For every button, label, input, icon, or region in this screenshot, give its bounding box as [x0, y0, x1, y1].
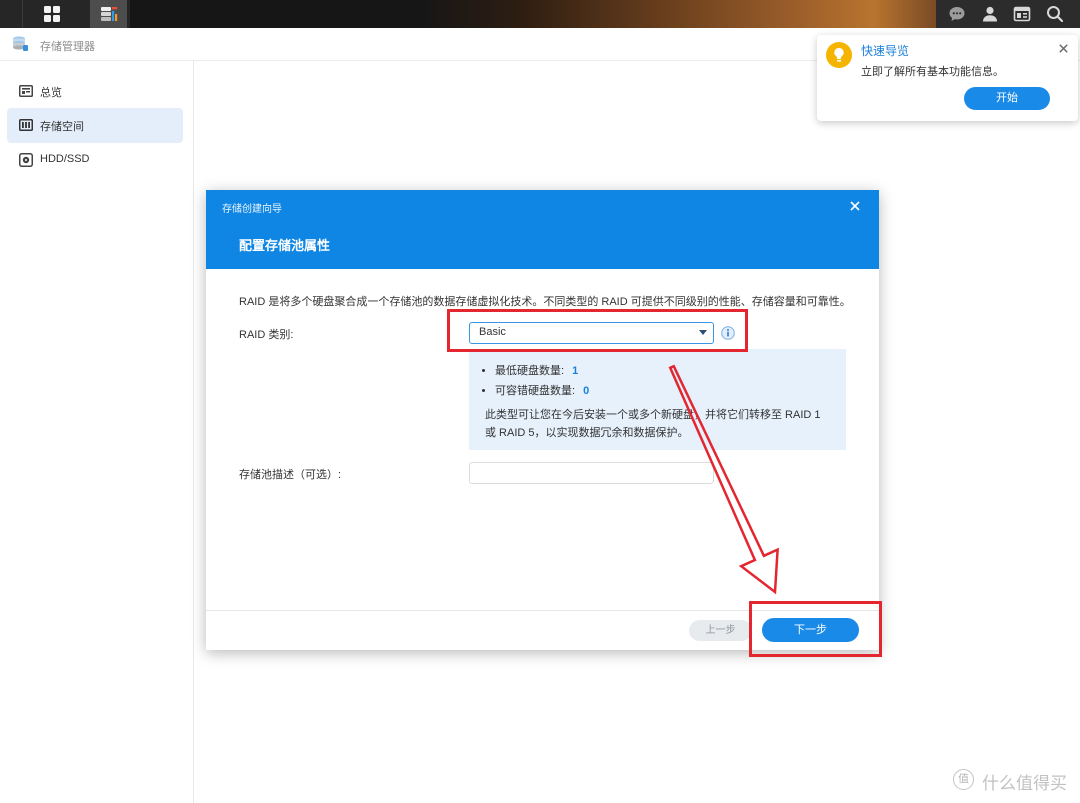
next-button[interactable]: 下一步 — [762, 618, 859, 642]
quick-tour-card: 快速导览 立即了解所有基本功能信息。 开始 — [817, 35, 1078, 121]
overview-icon — [19, 85, 33, 97]
storage-manager-icon — [100, 7, 117, 21]
window-title: 存储管理器 — [40, 41, 95, 53]
sidebar-item-storage[interactable]: 存储空间 — [7, 108, 183, 143]
raid-intro-text: RAID 是将多个硬盘聚合成一个存储池的数据存储虚拟化技术。不同类型的 RAID… — [239, 296, 851, 308]
min-disks-value: 1 — [572, 365, 579, 377]
user-icon — [983, 6, 997, 22]
sidebar-item-label: HDD/SSD — [40, 153, 90, 165]
raid-type-select[interactable]: Basic — [469, 322, 714, 344]
sidebar: 总览 存储空间 HDD/SSD — [0, 61, 194, 803]
widgets-button[interactable] — [1009, 0, 1035, 28]
chat-button[interactable] — [944, 0, 970, 28]
raid-info-panel: 最低硬盘数量: 1 可容错硬盘数量: 0 此类型可让您在今后安装一个或多个新硬盘，并… — [469, 349, 846, 450]
fault-tolerance-label: 可容错硬盘数量: — [495, 385, 576, 397]
taskbar-storage-manager-button[interactable] — [90, 0, 127, 28]
fault-tolerance-row: 可容错硬盘数量: 0 — [495, 381, 589, 401]
sidebar-item-label: 总览 — [40, 87, 62, 99]
desktop-wallpaper-strip — [420, 0, 936, 28]
back-button[interactable]: 上一步 — [689, 620, 752, 641]
storage-pool-icon — [19, 119, 33, 131]
wizard-step-title: 配置存储池属性 — [239, 238, 331, 253]
sidebar-item-hdd-ssd[interactable]: HDD/SSD — [7, 143, 183, 178]
wizard-header: 存储创建向导 配置存储池属性 — [206, 190, 879, 269]
search-button[interactable] — [1042, 0, 1068, 28]
info-icon[interactable] — [721, 326, 735, 340]
pool-description-label: 存储池描述（可选）: — [239, 469, 342, 481]
raid-type-label: RAID 类别: — [239, 329, 294, 341]
chevron-down-icon — [699, 330, 707, 335]
user-menu-button[interactable] — [977, 0, 1003, 28]
sidebar-item-overview[interactable]: 总览 — [7, 74, 183, 109]
wizard-window-title: 存储创建向导 — [222, 204, 282, 215]
main-menu-button[interactable] — [36, 0, 68, 28]
search-icon — [1047, 6, 1064, 23]
min-disks-label: 最低硬盘数量: — [495, 365, 565, 377]
chat-icon — [949, 7, 965, 21]
raid-info-list: 最低硬盘数量: 1 可容错硬盘数量: 0 — [485, 361, 589, 401]
quick-tour-start-button[interactable]: 开始 — [964, 87, 1050, 110]
storage-creation-wizard: 存储创建向导 配置存储池属性 RAID 是将多个硬盘聚合成一个存储池的数据存储虚… — [206, 190, 879, 650]
storage-manager-icon — [13, 36, 28, 51]
disk-icon — [19, 153, 33, 167]
watermark-badge: 值 — [953, 769, 974, 790]
close-icon[interactable] — [1059, 44, 1068, 53]
raid-type-value: Basic — [479, 326, 506, 338]
apps-grid-icon — [44, 6, 60, 22]
watermark-text: 什么值得买 — [982, 774, 1067, 793]
close-icon[interactable] — [850, 201, 860, 211]
widgets-icon — [1013, 6, 1031, 22]
pool-description-input[interactable] — [469, 462, 714, 484]
quick-tour-message: 立即了解所有基本功能信息。 — [861, 66, 1004, 78]
fault-tolerance-value: 0 — [583, 385, 590, 397]
min-disks-row: 最低硬盘数量: 1 — [495, 361, 589, 381]
taskbar-divider — [22, 0, 23, 28]
raid-type-description: 此类型可让您在今后安装一个或多个新硬盘，并将它们转移至 RAID 1 或 RAI… — [485, 409, 821, 439]
quick-tour-title: 快速导览 — [861, 44, 910, 58]
taskbar — [0, 0, 1080, 28]
lightbulb-icon — [826, 42, 852, 68]
sidebar-item-label: 存储空间 — [40, 121, 84, 133]
wizard-footer-divider — [206, 610, 879, 611]
